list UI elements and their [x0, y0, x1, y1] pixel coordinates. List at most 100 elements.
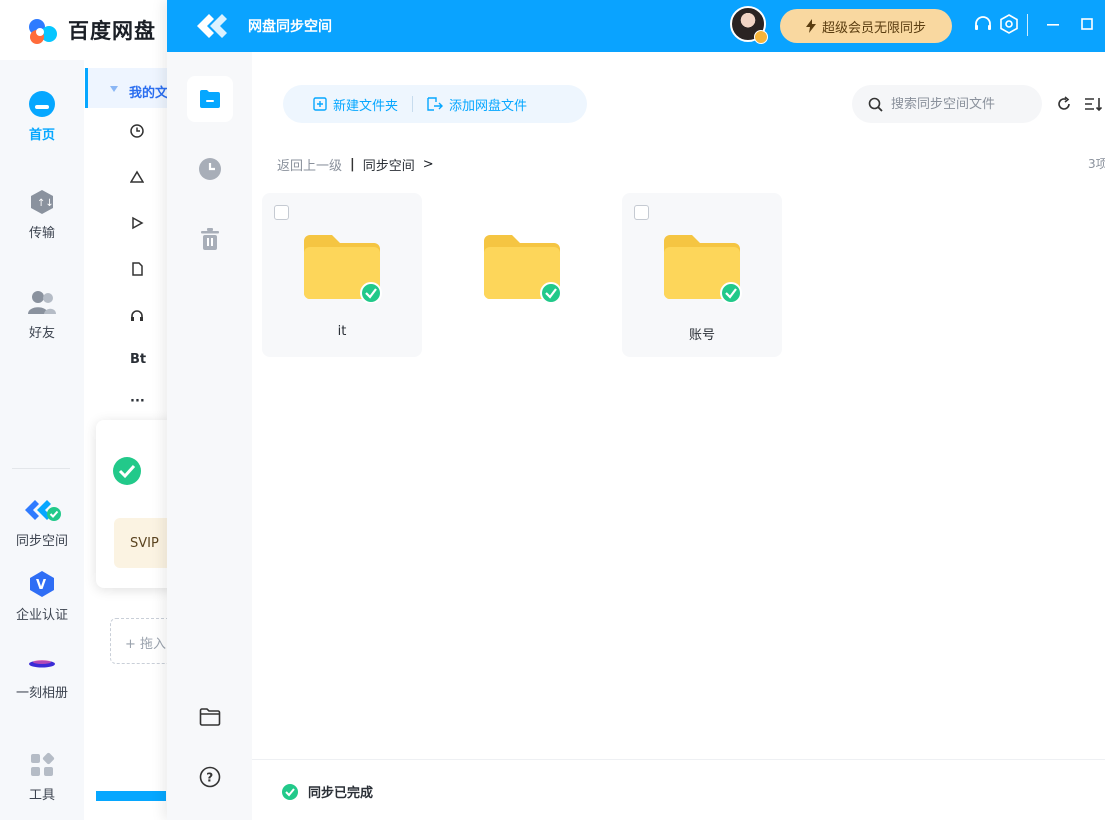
- headphones-icon: [131, 310, 143, 321]
- check-circle-icon: [113, 457, 141, 485]
- folder-icon: [304, 235, 382, 303]
- breadcrumb-current: 同步空间: [362, 159, 415, 174]
- search-input[interactable]: [891, 96, 1031, 112]
- enterprise-v-icon: V: [30, 571, 54, 597]
- headset-icon[interactable]: [973, 14, 993, 34]
- bt-label: Bt: [130, 352, 147, 367]
- tree-item-bt[interactable]: Bt: [130, 352, 146, 367]
- sync-space-window: 网盘同步空间 超级会员无限同步 ? 新建文件夹 添加网盘文件 搜索同步空间文件 …: [167, 0, 1105, 820]
- status-bar: 同步已完成: [252, 759, 1105, 820]
- folder-tile[interactable]: [442, 193, 602, 357]
- folder-name: it: [337, 324, 347, 339]
- refresh-icon[interactable]: [1056, 96, 1072, 112]
- sync-side-column: ?: [167, 52, 252, 820]
- nav-home[interactable]: 首页: [0, 88, 84, 143]
- cloud-icon: [29, 91, 55, 117]
- app-logo: 百度网盘: [26, 14, 156, 46]
- toolbar-divider: [412, 96, 414, 112]
- breadcrumb-back-link[interactable]: 返回上一级: [277, 155, 342, 174]
- nav-enterprise[interactable]: V 企业认证: [0, 570, 84, 623]
- caret-down-icon: [110, 86, 118, 92]
- maximize-icon[interactable]: [1079, 14, 1095, 34]
- nav-sync-space[interactable]: 同步空间: [0, 496, 84, 549]
- sync-status-label: 同步已完成: [308, 786, 374, 801]
- side-help-button[interactable]: ?: [187, 754, 233, 800]
- sync-tip-card: SVIP: [96, 420, 176, 588]
- nav-album-label: 一刻相册: [15, 686, 68, 701]
- tree-item-docs[interactable]: [130, 262, 144, 276]
- folder-checkbox[interactable]: [274, 205, 289, 220]
- nav-album[interactable]: 一刻相册: [0, 652, 84, 701]
- add-netdisk-files-button[interactable]: 添加网盘文件: [427, 95, 527, 114]
- add-files-label: 添加网盘文件: [449, 98, 528, 114]
- side-files-button[interactable]: [187, 76, 233, 122]
- new-folder-button[interactable]: 新建文件夹: [313, 95, 398, 114]
- side-history-button[interactable]: [187, 146, 233, 192]
- nav-sync-space-label: 同步空间: [15, 534, 68, 549]
- tree-root-label[interactable]: 我的文: [129, 82, 168, 101]
- nav-divider: [12, 468, 70, 469]
- sync-status: 同步已完成: [282, 782, 373, 801]
- play-icon: [132, 216, 144, 230]
- breadcrumb-arrow: >: [422, 157, 434, 172]
- main-nav-rail: 首页 ↑↓ 传输 好友 同步空间 V 企业认证 一刻相册 工具: [0, 60, 84, 820]
- side-trash-button[interactable]: [187, 216, 233, 262]
- sync-space-icon: [25, 500, 61, 521]
- album-icon: [29, 660, 55, 668]
- folder-name: 账号: [688, 328, 715, 343]
- svg-text:V: V: [36, 578, 46, 593]
- breadcrumb: 返回上一级 | 同步空间 >: [277, 155, 434, 174]
- tree-item-audio[interactable]: [130, 308, 144, 322]
- trash-icon: [201, 228, 219, 250]
- nav-friends[interactable]: 好友: [0, 288, 84, 341]
- clock-icon: [130, 124, 144, 138]
- folder-checkbox[interactable]: [634, 205, 649, 220]
- title-bar: 网盘同步空间 超级会员无限同步: [167, 0, 1105, 52]
- nav-transfer-label: 传输: [28, 226, 55, 241]
- folder-tile[interactable]: 账号: [622, 193, 782, 357]
- search-box: [852, 85, 1042, 123]
- triangle-icon: [130, 170, 144, 183]
- tools-icon: [31, 752, 55, 776]
- tree-item-recent[interactable]: [130, 124, 144, 138]
- more-label: ···: [130, 394, 145, 409]
- new-folder-icon: [313, 97, 327, 111]
- folder-icon: [484, 235, 562, 303]
- minimize-icon[interactable]: [1045, 14, 1061, 34]
- side-open-folder-button[interactable]: [187, 694, 233, 740]
- friends-icon: [28, 291, 56, 314]
- folder-outline-icon: [199, 708, 221, 726]
- nav-home-label: 首页: [28, 128, 55, 143]
- sort-icon[interactable]: [1084, 96, 1102, 112]
- svg-text:?: ?: [206, 771, 213, 785]
- sync-logo-icon: [197, 14, 227, 38]
- item-count: 3项: [1088, 157, 1105, 171]
- nav-friends-label: 好友: [28, 326, 55, 341]
- history-clock-icon: [199, 158, 221, 180]
- sync-complete-icon: [282, 783, 298, 800]
- window-title: 网盘同步空间: [248, 19, 332, 35]
- vip-upgrade-button[interactable]: 超级会员无限同步: [780, 9, 952, 43]
- tree-item-videos[interactable]: [130, 216, 144, 230]
- nav-tools[interactable]: 工具: [0, 752, 84, 803]
- add-files-icon: [427, 97, 444, 111]
- tree-item-more[interactable]: ···: [130, 394, 145, 409]
- help-icon: ?: [199, 766, 221, 788]
- new-folder-label: 新建文件夹: [333, 98, 399, 114]
- svg-text:↑↓: ↑↓: [37, 198, 54, 209]
- nav-tools-label: 工具: [28, 788, 55, 803]
- breadcrumb-separator: |: [350, 157, 355, 172]
- folder-tile[interactable]: it: [262, 193, 422, 357]
- search-icon: [868, 97, 883, 112]
- document-icon: [132, 262, 143, 276]
- tree-item-images[interactable]: [130, 170, 144, 184]
- app-brand-name: 百度网盘: [68, 19, 156, 43]
- nav-enterprise-label: 企业认证: [15, 608, 68, 623]
- lightning-icon: [805, 19, 816, 33]
- vip-upgrade-label: 超级会员无限同步: [821, 20, 926, 36]
- nav-transfer[interactable]: ↑↓ 传输: [0, 188, 84, 241]
- vip-badge-icon: [754, 30, 768, 44]
- folder-icon: [664, 235, 742, 303]
- settings-icon[interactable]: [999, 14, 1019, 34]
- titlebar-divider: [1027, 14, 1028, 36]
